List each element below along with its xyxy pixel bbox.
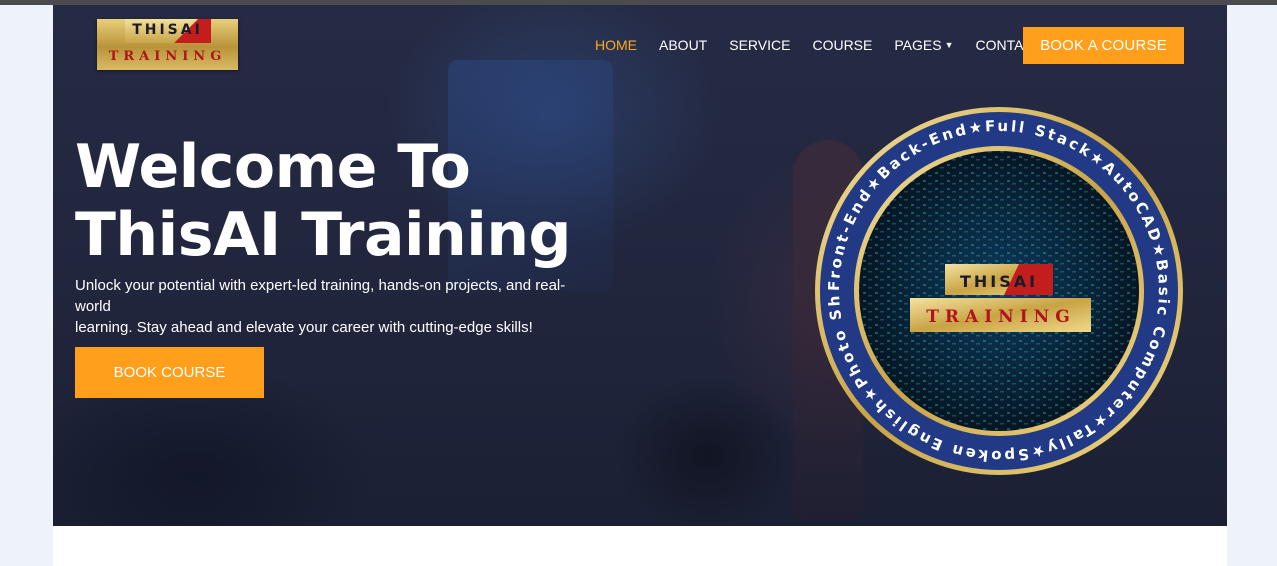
caret-down-icon: ▼ [944,40,954,50]
hero-section: THISAI TRAINING HOME ABOUT SERVICE COURS… [53,5,1227,526]
nav-about[interactable]: ABOUT [659,36,707,56]
nav-pages-label: PAGES [894,37,942,53]
book-a-course-button[interactable]: BOOK A COURSE [1023,27,1184,64]
nav-home[interactable]: HOME [595,36,637,56]
hero-title: Welcome To ThisAI Training [75,132,572,270]
nav-service[interactable]: SERVICE [729,36,790,56]
hero-subtitle-line2: learning. Stay ahead and elevate your ca… [75,319,533,336]
book-course-button[interactable]: BOOK COURSE [75,347,264,398]
logo-text-top: THISAI [132,22,203,38]
nav-course[interactable]: COURSE [812,36,872,56]
hero-subtitle-line1: Unlock your potential with expert-led tr… [75,277,566,315]
logo-text-bottom: TRAINING [108,49,227,64]
course-badge-emblem: Front-End★Back-End★Full Stack★AutoCAD★Ba… [814,106,1183,475]
site-logo[interactable]: THISAI TRAINING [97,19,238,70]
background-audience [613,375,803,526]
hero-subtitle: Unlock your potential with expert-led tr… [75,275,595,338]
hero-title-line2: ThisAI Training [75,200,572,270]
nav-pages[interactable]: PAGES ▼ [894,36,953,56]
badge-logo-text-bottom: TRAINING [926,307,1075,327]
hero-title-line1: Welcome To [75,132,471,202]
badge-logo-text-top: THISAI [960,272,1038,291]
page-container: THISAI TRAINING HOME ABOUT SERVICE COURS… [53,5,1227,566]
main-nav: HOME ABOUT SERVICE COURSE PAGES ▼ CONTACT [595,36,1064,56]
